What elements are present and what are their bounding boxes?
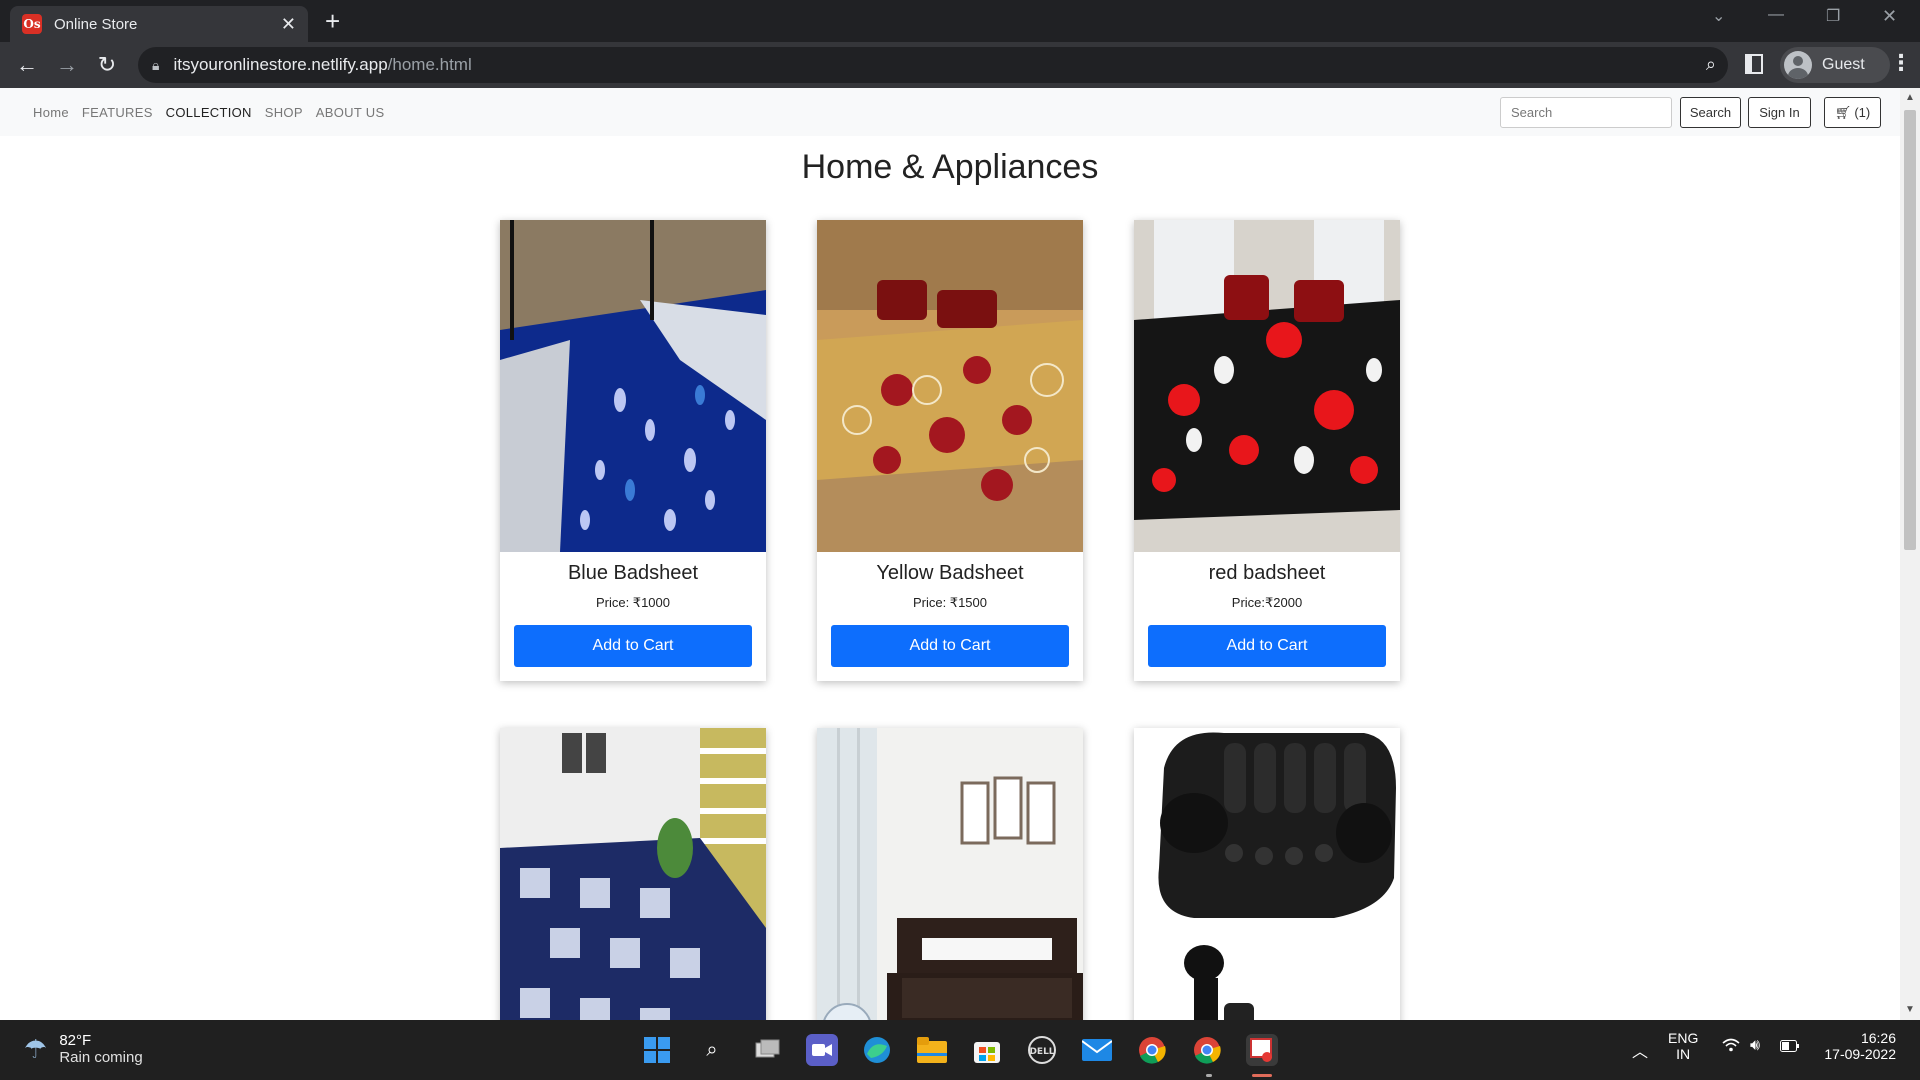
product-name: Blue Badsheet (567, 562, 699, 584)
side-panel-icon[interactable] (1745, 54, 1763, 74)
product-name: Yellow Badsheet (876, 562, 1024, 584)
search-button[interactable]: Search (1680, 97, 1741, 128)
product-price: Price:₹2000 (1231, 595, 1303, 610)
clock-time: 16:26 (1860, 1030, 1896, 1046)
product-image[interactable] (1134, 220, 1400, 552)
volume-icon[interactable]: 🔊︎ (1750, 1037, 1760, 1055)
dell-icon[interactable]: DELL (1026, 1034, 1058, 1066)
language-region: IN (1676, 1046, 1691, 1062)
browser-titlebar: Os Online Store ✕ + ⌄ — ❐ ✕ (0, 0, 1920, 42)
teams-chat-icon[interactable] (806, 1034, 838, 1066)
close-window-icon[interactable]: ✕ (1882, 6, 1897, 27)
microsoft-store-icon[interactable] (971, 1034, 1003, 1066)
product-price: Price: ₹1500 (912, 595, 988, 610)
battery-icon[interactable] (1780, 1039, 1800, 1055)
cart-count: (1) (1854, 105, 1871, 120)
site-favicon-icon: Os (22, 14, 42, 34)
nav-link-features[interactable]: FEATURES (82, 105, 153, 120)
os-taskbar: ☂ 82°F Rain coming ⌕ DELL ︿ ENG IN 🔊︎ 16… (0, 1020, 1920, 1080)
page-title: Home & Appliances (801, 148, 1099, 186)
search-input[interactable]: Search (1500, 97, 1672, 128)
task-view-icon[interactable] (751, 1034, 783, 1066)
product-card (817, 728, 1083, 1020)
weather-widget[interactable]: ☂ 82°F Rain coming (24, 1032, 143, 1066)
product-name: red badsheet (1208, 562, 1326, 584)
product-image[interactable] (817, 728, 1083, 1020)
minimize-icon[interactable]: — (1768, 6, 1784, 24)
page-scrollbar[interactable]: ▲ ▼ (1900, 88, 1920, 1020)
svg-text:DELL: DELL (1029, 1047, 1054, 1057)
scroll-down-icon[interactable]: ▼ (1905, 1004, 1915, 1015)
mail-icon[interactable] (1081, 1034, 1113, 1066)
new-tab-button[interactable]: + (325, 6, 340, 36)
show-hidden-icons-icon[interactable]: ︿ (1632, 1038, 1648, 1062)
tab-title: Online Store (54, 15, 138, 33)
browser-tab[interactable]: Os Online Store ✕ (10, 6, 308, 42)
scrollbar-thumb[interactable] (1904, 110, 1916, 550)
back-arrow-icon[interactable]: ← (12, 50, 42, 80)
edge-browser-icon[interactable] (861, 1034, 893, 1066)
weather-temp: 82°F (59, 1032, 92, 1049)
reload-icon[interactable]: ↻ (92, 50, 122, 80)
clock[interactable]: 16:26 17-09-2022 (1818, 1030, 1896, 1062)
scroll-up-icon[interactable]: ▲ (1905, 92, 1915, 103)
wifi-icon[interactable] (1722, 1038, 1740, 1057)
close-tab-icon[interactable]: ✕ (281, 14, 296, 35)
profile-button[interactable]: Guest (1780, 47, 1890, 83)
add-to-cart-button[interactable]: Add to Cart (1148, 625, 1386, 667)
menu-kebab-icon[interactable]: ⋮ (1890, 52, 1912, 74)
active-indicator (1252, 1074, 1272, 1077)
cart-icon: 🛒︎ (1834, 104, 1852, 120)
add-to-cart-button[interactable]: Add to Cart (831, 625, 1069, 667)
page-viewport: Home FEATURES COLLECTION SHOP ABOUT US S… (0, 88, 1920, 1020)
product-card (1134, 728, 1400, 1020)
lock-icon: 🔒︎ (152, 56, 160, 73)
chrome-icon[interactable] (1136, 1034, 1168, 1066)
weather-desc: Rain coming (59, 1049, 143, 1066)
profile-name: Guest (1822, 56, 1865, 73)
umbrella-rain-icon: ☂ (24, 1033, 48, 1064)
address-bar[interactable]: 🔒︎ itsyouronlinestore.netlify.app/home.h… (138, 47, 1728, 83)
avatar-icon (1784, 51, 1812, 79)
product-price: Price: ₹1000 (595, 595, 671, 610)
snipping-tool-icon[interactable] (1246, 1034, 1278, 1066)
product-card (500, 728, 766, 1020)
add-to-cart-button[interactable]: Add to Cart (514, 625, 752, 667)
running-indicator (1206, 1074, 1212, 1077)
file-explorer-icon[interactable] (916, 1034, 948, 1066)
tab-search-icon[interactable]: ⌄ (1712, 6, 1725, 26)
product-image[interactable] (1134, 728, 1400, 1020)
product-card: Blue Badsheet Price: ₹1000 Add to Cart (500, 220, 766, 681)
url-host: itsyouronlinestore.netlify.app (173, 55, 388, 74)
nav-link-home[interactable]: Home (33, 105, 69, 120)
sign-in-button[interactable]: Sign In (1748, 97, 1811, 128)
nav-link-shop[interactable]: SHOP (265, 105, 303, 120)
nav-link-collection[interactable]: COLLECTION (166, 105, 252, 120)
search-icon[interactable]: ⌕ (696, 1034, 728, 1066)
chrome-active-icon[interactable] (1191, 1034, 1223, 1066)
language-indicator[interactable]: ENG IN (1668, 1030, 1698, 1062)
clock-date: 17-09-2022 (1824, 1046, 1896, 1062)
browser-toolbar: ← → ↻ 🔒︎ itsyouronlinestore.netlify.app /… (0, 42, 1920, 88)
site-navbar: Home FEATURES COLLECTION SHOP ABOUT US S… (0, 88, 1900, 136)
windows-start-icon[interactable] (641, 1034, 673, 1066)
url-path: /home.html (387, 55, 472, 74)
nav-link-about-us[interactable]: ABOUT US (316, 105, 385, 120)
cart-button[interactable]: 🛒︎ (1) (1824, 97, 1881, 128)
forward-arrow-icon[interactable]: → (52, 50, 82, 80)
product-image[interactable] (817, 220, 1083, 552)
product-card: Yellow Badsheet Price: ₹1500 Add to Cart (817, 220, 1083, 681)
restore-icon[interactable]: ❐ (1826, 6, 1840, 26)
language-code: ENG (1668, 1030, 1699, 1046)
product-card: red badsheet Price:₹2000 Add to Cart (1134, 220, 1400, 681)
product-image[interactable] (500, 728, 766, 1020)
search-lens-icon[interactable]: ⌕ (1706, 54, 1716, 75)
product-image[interactable] (500, 220, 766, 552)
